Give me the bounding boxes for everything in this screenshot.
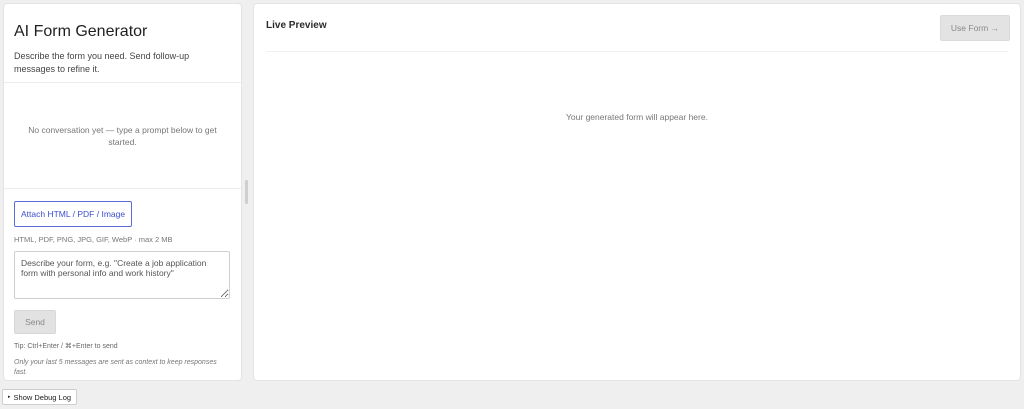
- composer: Attach HTML / PDF / Image HTML, PDF, PNG…: [4, 189, 241, 378]
- use-form-button[interactable]: Use Form →: [940, 15, 1010, 41]
- preview-title: Live Preview: [266, 20, 327, 31]
- preview-header: Live Preview Use Form →: [266, 4, 1010, 52]
- chat-panel: AI Form Generator Describe the form you …: [3, 3, 242, 381]
- empty-conversation-message: No conversation yet — type a prompt belo…: [28, 124, 217, 147]
- context-note: Only your last 5 messages are sent as co…: [14, 359, 217, 376]
- file-types-hint: HTML, PDF, PNG, JPG, GIF, WebP · max 2 M…: [14, 235, 173, 244]
- preview-panel: Live Preview Use Form → Your generated f…: [253, 3, 1021, 381]
- panel-resize-handle[interactable]: [245, 180, 248, 204]
- chat-header: AI Form Generator Describe the form you …: [4, 4, 241, 83]
- debug-log-label: Show Debug Log: [13, 392, 72, 402]
- attach-file-button[interactable]: Attach HTML / PDF / Image: [14, 201, 133, 227]
- page-title: AI Form Generator: [14, 23, 148, 40]
- show-debug-log-button[interactable]: ▸ Show Debug Log: [2, 389, 78, 405]
- keyboard-tip: Tip: Ctrl+Enter / ⌘+Enter to send: [14, 343, 118, 350]
- conversation-area: No conversation yet — type a prompt belo…: [4, 83, 241, 189]
- caret-right-icon: ▸: [8, 394, 11, 400]
- send-button[interactable]: Send: [14, 310, 56, 334]
- preview-empty-message: Your generated form will appear here.: [566, 112, 708, 122]
- prompt-input[interactable]: [14, 251, 230, 299]
- page-description: Describe the form you need. Send follow-…: [14, 51, 190, 74]
